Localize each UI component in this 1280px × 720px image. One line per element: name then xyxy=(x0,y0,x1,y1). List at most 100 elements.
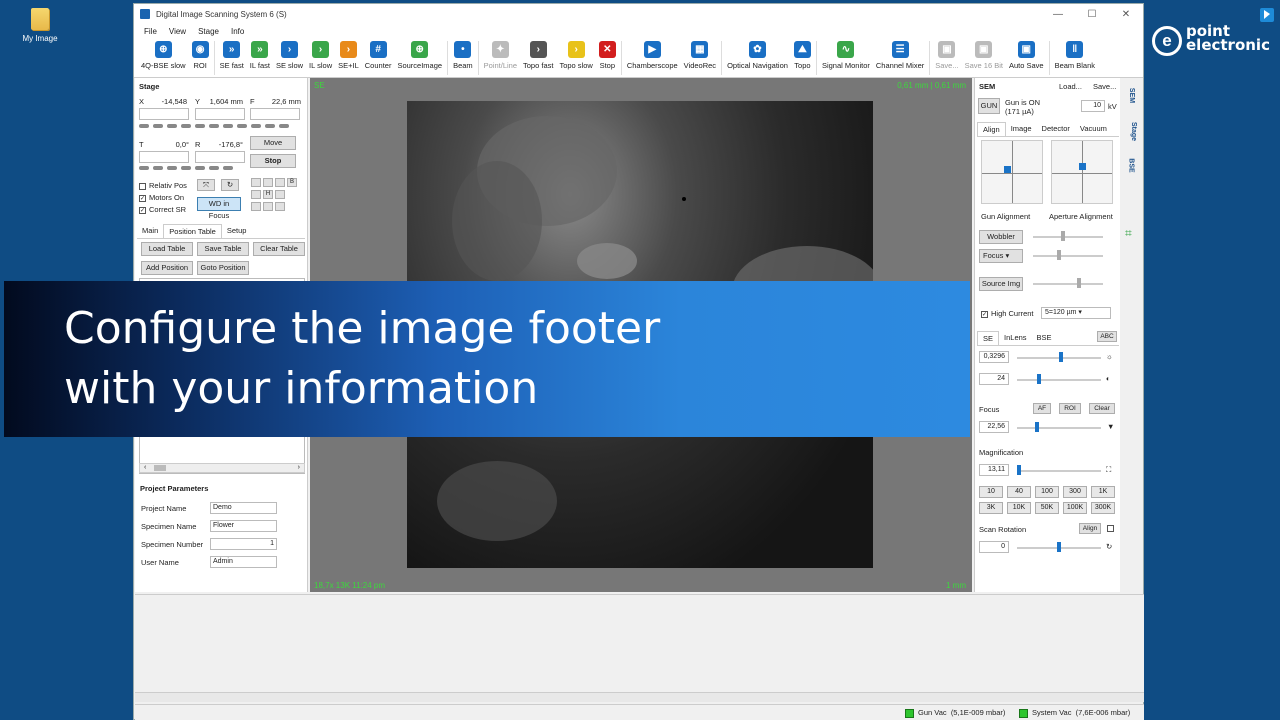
tab-image[interactable]: Image xyxy=(1006,122,1037,136)
wobbler-slider[interactable] xyxy=(1033,236,1103,238)
toolbar-beam-blank-button[interactable]: ‖ Beam Blank xyxy=(1052,41,1098,70)
load-button[interactable]: Load... xyxy=(1059,82,1082,91)
contrast-input[interactable]: 0,3296 xyxy=(979,351,1009,363)
toolbar-counter-button[interactable]: # Counter xyxy=(362,41,395,70)
mag-3k-button[interactable]: 3K xyxy=(979,502,1003,514)
align-checkbox[interactable] xyxy=(1107,523,1117,532)
toolbar-save-16-bit-button[interactable]: ▣ Save 16 Bit xyxy=(962,41,1006,70)
desktop-folder-icon[interactable]: My Image xyxy=(14,8,66,43)
save-table-button[interactable]: Save Table xyxy=(197,242,249,256)
gun-button[interactable]: GUN xyxy=(978,98,1000,114)
brightness-slider[interactable] xyxy=(1017,379,1101,381)
toolbar-stop-button[interactable]: ✕ Stop xyxy=(596,41,619,70)
save-button[interactable]: Save... xyxy=(1093,82,1116,91)
scan-rotation-input[interactable]: 0 xyxy=(979,541,1009,553)
clear-table-button[interactable]: Clear Table xyxy=(253,242,305,256)
focus-select[interactable]: Focus ▾ xyxy=(979,249,1023,263)
r-input[interactable] xyxy=(195,151,245,163)
f-input[interactable] xyxy=(250,108,300,120)
project-field-input[interactable]: Flower xyxy=(210,520,277,532)
scroll-right-icon[interactable]: › xyxy=(298,464,300,471)
tab-vacuum[interactable]: Vacuum xyxy=(1075,122,1112,136)
toolbar-auto-save-button[interactable]: ▣ Auto Save xyxy=(1006,41,1047,70)
position-table-scrollbar[interactable]: ‹ › xyxy=(139,463,305,473)
align-button[interactable]: Align xyxy=(1079,523,1101,534)
menu-stage[interactable]: Stage xyxy=(198,27,219,36)
focus-input[interactable]: 22,56 xyxy=(979,421,1009,433)
toolbar-save-button[interactable]: ▣ Save... xyxy=(932,41,961,70)
project-field-input[interactable]: Admin xyxy=(210,556,277,568)
tab-inlens[interactable]: InLens xyxy=(999,331,1032,345)
tab-position-table[interactable]: Position Table xyxy=(163,224,222,238)
crop-icon[interactable]: ⌗ xyxy=(1125,226,1132,241)
y-input[interactable] xyxy=(195,108,245,120)
motors-on-checkbox[interactable]: ✓ Motors On xyxy=(139,193,184,202)
scroll-left-icon[interactable]: ‹ xyxy=(144,464,146,471)
mag-100k-button[interactable]: 100K xyxy=(1063,502,1087,514)
tab-main[interactable]: Main xyxy=(137,224,163,238)
mag-1k-button[interactable]: 1K xyxy=(1091,486,1115,498)
aperture-alignment-pad[interactable] xyxy=(1051,140,1113,204)
magnification-input[interactable]: 13,11 xyxy=(979,464,1009,476)
gun-alignment-pad[interactable] xyxy=(981,140,1043,204)
toolbar-signal-monitor-button[interactable]: ∿ Signal Monitor xyxy=(819,41,873,70)
menu-view[interactable]: View xyxy=(169,27,186,36)
maximize-button[interactable]: ☐ xyxy=(1075,9,1109,20)
roi-button[interactable]: ROI xyxy=(1059,403,1081,414)
tab-setup[interactable]: Setup xyxy=(222,224,252,238)
toolbar-se-fast-button[interactable]: » SE fast xyxy=(217,41,247,70)
wobbler-button[interactable]: Wobbler xyxy=(979,230,1023,244)
tr-step-bars[interactable] xyxy=(139,166,245,170)
rotate-icon[interactable]: ↻ xyxy=(221,179,239,191)
x-input[interactable] xyxy=(139,108,189,120)
magnification-slider[interactable] xyxy=(1017,470,1101,472)
move-button[interactable]: Move xyxy=(250,136,296,150)
toolbar-4q-bse-slow-button[interactable]: ⊕ 4Q-BSE slow xyxy=(138,41,189,70)
load-table-button[interactable]: Load Table xyxy=(141,242,193,256)
project-field-input[interactable]: 1 xyxy=(210,538,277,550)
toolbar-il-fast-button[interactable]: » IL fast xyxy=(247,41,273,70)
close-button[interactable]: ✕ xyxy=(1109,9,1143,20)
toolbar-sourceimage-button[interactable]: ⊕ SourceImage xyxy=(394,41,445,70)
tab-detector[interactable]: Detector xyxy=(1037,122,1075,136)
relativ-pos-checkbox[interactable]: Relativ Pos xyxy=(139,181,187,190)
stage-step-bars[interactable] xyxy=(139,124,301,128)
stage-joystick[interactable]: B H xyxy=(251,178,301,212)
add-position-button[interactable]: Add Position xyxy=(141,261,193,275)
stop-stage-button[interactable]: Stop xyxy=(250,154,296,168)
t-input[interactable] xyxy=(139,151,189,163)
project-field-input[interactable]: Demo xyxy=(210,502,277,514)
mag-50k-button[interactable]: 50K xyxy=(1035,502,1059,514)
mag-40-button[interactable]: 40 xyxy=(1007,486,1031,498)
toolbar-topo-slow-button[interactable]: › Topo slow xyxy=(556,41,595,70)
toolbar-videorec-button[interactable]: ▦ VideoRec xyxy=(681,41,719,70)
af-button[interactable]: AF xyxy=(1033,403,1051,414)
toolbar-topo-fast-button[interactable]: › Topo fast xyxy=(520,41,556,70)
toolbar-se-slow-button[interactable]: › SE slow xyxy=(273,41,306,70)
menu-info[interactable]: Info xyxy=(231,27,244,36)
focus-slider[interactable] xyxy=(1017,427,1101,429)
mag-300k-button[interactable]: 300K xyxy=(1091,502,1115,514)
side-tab-sem[interactable]: SEM xyxy=(1128,88,1135,103)
horizontal-scrollbar[interactable] xyxy=(135,692,1144,702)
toolbar-il-slow-button[interactable]: › IL slow xyxy=(306,41,335,70)
side-tab-bse[interactable]: BSE xyxy=(1128,158,1135,172)
zoom-fit-icon[interactable]: ⛶ xyxy=(1106,465,1111,475)
toolbar-point-line-button[interactable]: ✦ Point/Line xyxy=(481,41,520,70)
focus-wobble-slider[interactable] xyxy=(1033,255,1103,257)
tab-bse[interactable]: BSE xyxy=(1032,331,1057,345)
abc-button[interactable]: ABC xyxy=(1097,331,1117,342)
toolbar-topo-button[interactable]: ⛰ Topo xyxy=(791,41,814,70)
toolbar-beam-button[interactable]: • Beam xyxy=(450,41,476,70)
mag-100-button[interactable]: 100 xyxy=(1035,486,1059,498)
tab-align[interactable]: Align xyxy=(977,122,1006,136)
clear-button[interactable]: Clear xyxy=(1089,403,1115,414)
minimize-button[interactable]: — xyxy=(1041,9,1075,20)
aperture-select[interactable]: 5=120 µm ▾ xyxy=(1041,307,1111,319)
wd-in-focus-button[interactable]: WD in Focus xyxy=(197,197,241,220)
toolbar-chamberscope-button[interactable]: ▶ Chamberscope xyxy=(624,41,681,70)
high-current-checkbox[interactable]: ✓ High Current xyxy=(981,309,1034,318)
toolbar-roi-button[interactable]: ◉ ROI xyxy=(189,41,212,70)
toolbar-se-il-button[interactable]: › SE+IL xyxy=(335,41,362,70)
mag-300-button[interactable]: 300 xyxy=(1063,486,1087,498)
